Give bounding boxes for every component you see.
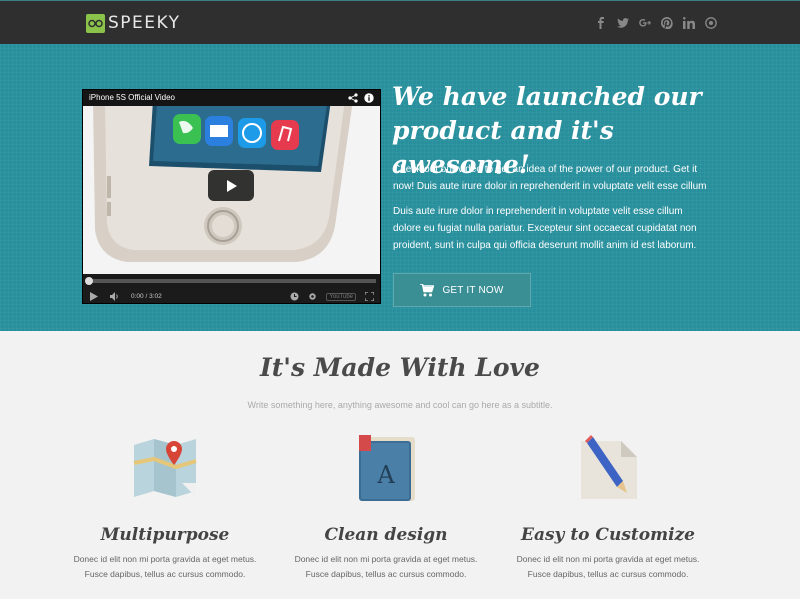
feature-title: Multipurpose	[100, 525, 230, 545]
social-links	[590, 14, 722, 32]
video-thumbnail[interactable]	[83, 106, 380, 274]
video-title-bar: iPhone 5S Official Video	[83, 90, 380, 106]
video-progress-track[interactable]	[87, 279, 376, 283]
top-navbar: SPEEKY	[0, 0, 800, 44]
volume-icon[interactable]	[110, 292, 119, 301]
fullscreen-icon[interactable]	[365, 292, 374, 301]
info-icon[interactable]	[364, 93, 374, 103]
settings-icon[interactable]	[308, 292, 317, 301]
pinterest-icon[interactable]	[656, 14, 678, 32]
book-icon: A	[359, 435, 415, 501]
feature-text: Donec id elit non mi porta gravida at eg…	[516, 554, 700, 579]
feature-multipurpose: Multipurpose Donec id elit non mi porta …	[65, 433, 265, 582]
play-button[interactable]	[208, 170, 254, 201]
hero-paragraph-1: Check out our video to get an idea of th…	[393, 164, 707, 192]
pencil-icon	[581, 435, 637, 499]
section-subtitle: Write something here, anything awesome a…	[247, 400, 553, 410]
shopping-cart-icon	[420, 283, 435, 296]
map-icon	[133, 439, 197, 497]
facebook-icon[interactable]	[590, 14, 612, 32]
feature-title: Easy to Customize	[520, 525, 696, 545]
google-plus-icon[interactable]	[634, 14, 656, 32]
feature-text: Donec id elit non mi porta gravida at eg…	[294, 554, 478, 579]
video-time: 0:00 / 3:02	[131, 293, 162, 300]
section-title: It's Made With Love	[260, 353, 540, 382]
feature-text: Donec id elit non mi porta gravida at eg…	[73, 554, 257, 579]
feature-title: Clean design	[324, 525, 448, 545]
cta-label: GET IT NOW	[442, 284, 504, 296]
video-controls: 0:00 / 3:02 YouTube	[83, 288, 380, 303]
linkedin-icon[interactable]	[678, 14, 700, 32]
feature-easy-to-customize: Easy to Customize Donec id elit non mi p…	[508, 433, 708, 582]
video-progress[interactable]	[83, 274, 380, 288]
feature-clean-design: A Clean design Donec id elit non mi port…	[286, 433, 486, 582]
logo[interactable]: SPEEKY	[86, 13, 180, 33]
dribbble-icon[interactable]	[700, 14, 722, 32]
twitter-icon[interactable]	[612, 14, 634, 32]
logo-text: SPEEKY	[108, 13, 181, 33]
hero-section: iPhone 5S Official Video 0:00 / 3:02 You…	[0, 44, 800, 331]
watch-later-icon[interactable]	[290, 292, 299, 301]
play-icon	[227, 179, 237, 192]
features-section: It's Made With Love Write something here…	[0, 331, 800, 599]
youtube-logo[interactable]: YouTube	[326, 292, 356, 301]
share-icon[interactable]	[348, 93, 358, 103]
logo-icon	[86, 13, 105, 33]
video-player[interactable]: iPhone 5S Official Video 0:00 / 3:02 You…	[82, 89, 381, 304]
video-title: iPhone 5S Official Video	[89, 93, 175, 102]
play-small-icon[interactable]	[89, 292, 98, 301]
hero-paragraph-2: Duis aute irure dolor in reprehenderit i…	[393, 206, 697, 251]
video-scrubber[interactable]	[85, 277, 93, 285]
svg-text:A: A	[376, 461, 395, 489]
get-it-now-button[interactable]: GET IT NOW	[393, 273, 531, 307]
